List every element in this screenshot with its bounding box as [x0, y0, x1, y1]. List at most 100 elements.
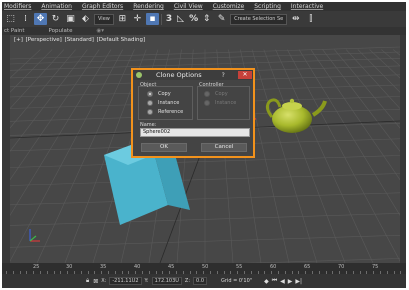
- timeline-tick-label: 30: [66, 264, 73, 270]
- play-icon[interactable]: ▶: [288, 278, 293, 285]
- status-bar: 🔒︎ ⊠ X: -211.11U2 Y: 172.103U Z: 0.0 Gri…: [2, 274, 406, 288]
- object-instance-option[interactable]: Instance: [147, 100, 179, 106]
- select-move-icon[interactable]: ✥: [34, 13, 47, 25]
- controller-group-title: Controller: [199, 82, 224, 88]
- angle-snap-icon[interactable]: ◺: [174, 13, 187, 25]
- dialog-title: Clone Options: [156, 71, 202, 79]
- controller-instance-label: Instance: [215, 100, 237, 106]
- object-reference-label[interactable]: Reference: [158, 109, 183, 115]
- mirror-icon[interactable]: ⇹: [289, 13, 302, 25]
- controller-copy-radio: [204, 91, 210, 97]
- timeline-tick-label: 45: [168, 264, 175, 270]
- viewport-menu-plus[interactable]: [+]: [14, 37, 23, 43]
- menu-animation[interactable]: Animation: [41, 3, 72, 10]
- ribbon-bar: ct Paint Populate ◉▾: [2, 27, 406, 35]
- time-slider-trackbar[interactable]: 25 30 35 40 45 50 55 60 65 70 75: [2, 263, 406, 274]
- timeline-tick-label: 75: [372, 264, 379, 270]
- next-frame-icon[interactable]: ▶|: [295, 278, 302, 285]
- viewport-label[interactable]: [+] [Perspective] [Standard] [Default Sh…: [14, 37, 146, 43]
- timeline-tick-label: 60: [270, 264, 277, 270]
- name-input[interactable]: Sphere002: [140, 128, 250, 137]
- ok-button[interactable]: OK: [141, 143, 187, 152]
- edit-named-selection-icon[interactable]: ✎: [215, 13, 228, 25]
- controller-copy-option: Copy: [204, 91, 228, 97]
- object-instance-label[interactable]: Instance: [158, 100, 179, 106]
- viewport-point-of-view[interactable]: [Perspective]: [26, 37, 62, 43]
- cancel-button[interactable]: Cancel: [201, 143, 247, 152]
- timeline-tick-label: 25: [33, 264, 40, 270]
- timeline-tick-label: 65: [304, 264, 311, 270]
- object-group-title: Object: [140, 82, 157, 88]
- select-manipulate-icon[interactable]: ✛: [131, 13, 144, 25]
- align-icon[interactable]: ⫿: [304, 13, 317, 25]
- menu-rendering[interactable]: Rendering: [133, 3, 164, 10]
- viewport-shading[interactable]: [Default Shading]: [97, 37, 145, 43]
- keyboard-shortcut-override-icon[interactable]: ▪: [145, 13, 159, 25]
- timeline-tick-label: 35: [100, 264, 107, 270]
- y-coordinate-label: Y:: [144, 278, 149, 284]
- named-selection-set-dropdown[interactable]: Create Selection Se: [230, 13, 288, 25]
- snaps-toggle-icon[interactable]: 3: [166, 14, 172, 24]
- object-instance-radio[interactable]: [147, 100, 153, 106]
- pivot-center-icon[interactable]: ⊞: [116, 13, 129, 25]
- grid-line: [10, 49, 112, 216]
- select-region-icon[interactable]: ⬚: [4, 13, 17, 25]
- dialog-title-bar[interactable]: Clone Options ? ✕: [133, 70, 253, 80]
- menu-interactive[interactable]: Interactive: [291, 3, 323, 10]
- app-logo-icon: [136, 72, 142, 78]
- toolbar-divider: [160, 13, 162, 25]
- menu-modifiers[interactable]: Modifiers: [4, 3, 31, 10]
- main-toolbar: ⬚ ⁞ ✥ ↻ ▣ ⬖ View ⊞ ✛ ▪ 3 ◺ % ⇕ ✎ Create …: [2, 11, 406, 27]
- z-coordinate-label: Z:: [184, 278, 191, 284]
- object-copy-radio[interactable]: [147, 91, 153, 97]
- controller-copy-label: Copy: [215, 91, 228, 97]
- left-panel: [2, 35, 10, 263]
- help-button[interactable]: ?: [222, 72, 225, 79]
- clone-options-dialog: Clone Options ? ✕ Object Copy Instance R…: [131, 68, 255, 158]
- percent-snap-icon[interactable]: %: [189, 14, 198, 24]
- selection-lock-icon[interactable]: 🔒︎: [86, 277, 89, 285]
- select-scale-icon[interactable]: ▣: [64, 13, 77, 25]
- axis-tripod-icon: [29, 229, 40, 242]
- menu-civil-view[interactable]: Civil View: [174, 3, 203, 10]
- timeline-tick-label: 40: [134, 264, 141, 270]
- ribbon-tab-populate[interactable]: Populate: [49, 28, 73, 34]
- controller-instance-option: Instance: [204, 100, 236, 106]
- ribbon-tab-object-paint[interactable]: ct Paint: [4, 28, 25, 34]
- z-coordinate-field[interactable]: 0.0: [193, 277, 207, 285]
- menu-graph-editors[interactable]: Graph Editors: [82, 3, 123, 10]
- add-time-tag-icon[interactable]: ◆: [264, 278, 269, 285]
- spinner-snap-icon[interactable]: ⇕: [200, 13, 213, 25]
- select-rotate-icon[interactable]: ↻: [49, 13, 62, 25]
- y-coordinate-field[interactable]: 172.103U: [151, 277, 182, 285]
- select-filter-icon[interactable]: ⁞: [19, 13, 32, 25]
- right-panel: [400, 35, 406, 263]
- timeline-tick-label: 70: [338, 264, 345, 270]
- absolute-mode-icon[interactable]: ⊠: [93, 278, 98, 285]
- grid-line: [10, 49, 65, 110]
- object-copy-option[interactable]: Copy: [147, 91, 171, 97]
- grid-line: [298, 49, 400, 216]
- grid-line: [275, 49, 374, 263]
- timeline-tick-label: 50: [202, 264, 209, 270]
- object-reference-option[interactable]: Reference: [147, 109, 183, 115]
- go-to-start-icon[interactable]: ⏮: [272, 277, 277, 285]
- ribbon-toggle-icon[interactable]: ◉▾: [96, 28, 104, 34]
- grid-line: [10, 49, 41, 79]
- object-reference-radio[interactable]: [147, 109, 153, 115]
- controller-instance-radio: [204, 100, 210, 106]
- reference-coordinate-dropdown[interactable]: View: [94, 13, 114, 25]
- previous-frame-icon[interactable]: ◀: [280, 278, 285, 285]
- close-button[interactable]: ✕: [238, 71, 252, 79]
- select-place-icon[interactable]: ⬖: [79, 13, 92, 25]
- menu-scripting[interactable]: Scripting: [254, 3, 281, 10]
- x-coordinate-field[interactable]: -211.11U2: [109, 277, 142, 285]
- app-window: Modifiers Animation Graph Editors Render…: [2, 2, 406, 288]
- object-copy-label[interactable]: Copy: [158, 91, 171, 97]
- grid-line: [251, 49, 318, 263]
- viewport-standard[interactable]: [Standard]: [65, 37, 94, 43]
- grid-spacing-readout: Grid = 0'10": [221, 278, 253, 284]
- grid-line: [392, 49, 400, 56]
- menu-customize[interactable]: Customize: [213, 3, 245, 10]
- timeline-tick-label: 55: [236, 264, 243, 270]
